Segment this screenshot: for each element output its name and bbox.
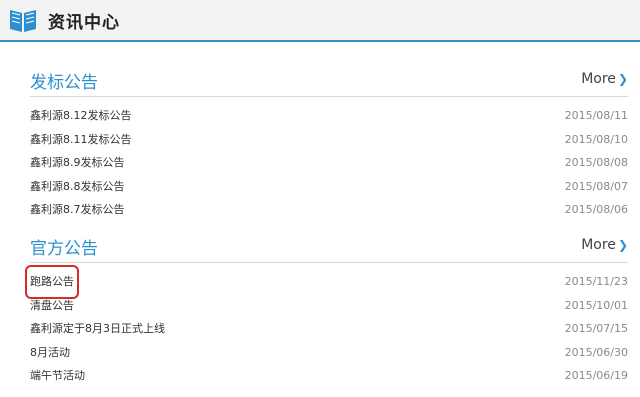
list-item[interactable]: 端午节活动 2015/06/19 xyxy=(30,364,628,388)
section-bid-announcements: 发标公告 More ❯ 鑫利源8.12发标公告 2015/08/11 鑫利源8.11… xyxy=(30,68,628,222)
list-item[interactable]: 鑫利源8.8发标公告 2015/08/07 xyxy=(30,175,628,199)
list-item[interactable]: 8月活动 2015/06/30 xyxy=(30,341,628,365)
section-header: 发标公告 More ❯ xyxy=(30,68,628,97)
item-title[interactable]: 鑫利源8.7发标公告 xyxy=(30,198,125,222)
page-title: 资讯中心 xyxy=(48,13,120,33)
item-title[interactable]: 鑫利源8.12发标公告 xyxy=(30,104,132,128)
list-item[interactable]: 鑫利源8.7发标公告 2015/08/06 xyxy=(30,198,628,222)
chevron-right-icon: ❯ xyxy=(617,72,628,86)
announcement-list: 鑫利源8.12发标公告 2015/08/11 鑫利源8.11发标公告 2015/08… xyxy=(30,104,628,222)
item-date: 2015/08/10 xyxy=(564,132,628,146)
list-item[interactable]: 鑫利源8.11发标公告 2015/08/10 xyxy=(30,128,628,152)
more-link[interactable]: More ❯ xyxy=(581,237,628,253)
item-title[interactable]: 清盘公告 xyxy=(30,294,74,318)
item-date: 2015/08/06 xyxy=(564,203,628,216)
item-date: 2015/07/15 xyxy=(564,322,628,335)
list-item[interactable]: 跑路公告 2015/11/23 xyxy=(25,265,628,299)
item-date: 2015/08/07 xyxy=(564,179,628,193)
announcement-list: 跑路公告 2015/11/23 清盘公告 2015/10/01 鑫利源定于8月3日正… xyxy=(25,265,628,388)
item-title[interactable]: 跑路公告 xyxy=(25,265,79,299)
more-link[interactable]: More ❯ xyxy=(581,71,628,87)
item-title[interactable]: 8月活动 xyxy=(30,341,70,365)
item-date: 2015/08/11 xyxy=(564,109,628,122)
section-header: 官方公告 More ❯ xyxy=(30,234,628,263)
section-official-announcements: 官方公告 More ❯ 跑路公告 2015/11/23 清盘公告 2015/10/01… xyxy=(25,234,628,388)
list-item[interactable]: 鑫利源定于8月3日正式上线 2015/07/15 xyxy=(30,317,628,341)
chevron-right-icon: ❯ xyxy=(617,238,628,252)
item-date: 2015/06/30 xyxy=(564,345,628,359)
item-title[interactable]: 鑫利源8.9发标公告 xyxy=(30,151,125,175)
list-item[interactable]: 清盘公告 2015/10/01 xyxy=(30,294,628,318)
item-title[interactable]: 端午节活动 xyxy=(30,364,85,388)
book-icon xyxy=(10,10,36,32)
item-date: 2015/10/01 xyxy=(564,298,628,312)
section-title: 官方公告 xyxy=(30,239,98,259)
item-title[interactable]: 鑫利源定于8月3日正式上线 xyxy=(30,317,165,341)
item-date: 2015/08/08 xyxy=(564,156,628,169)
list-item[interactable]: 鑫利源8.9发标公告 2015/08/08 xyxy=(30,151,628,175)
item-title[interactable]: 鑫利源8.8发标公告 xyxy=(30,175,125,199)
list-item[interactable]: 鑫利源8.12发标公告 2015/08/11 xyxy=(30,104,628,128)
item-date: 2015/11/23 xyxy=(564,275,628,288)
header-bar: 资讯中心 xyxy=(0,0,640,42)
item-date: 2015/06/19 xyxy=(564,369,628,382)
item-title[interactable]: 鑫利源8.11发标公告 xyxy=(30,128,132,152)
section-title: 发标公告 xyxy=(30,73,98,93)
